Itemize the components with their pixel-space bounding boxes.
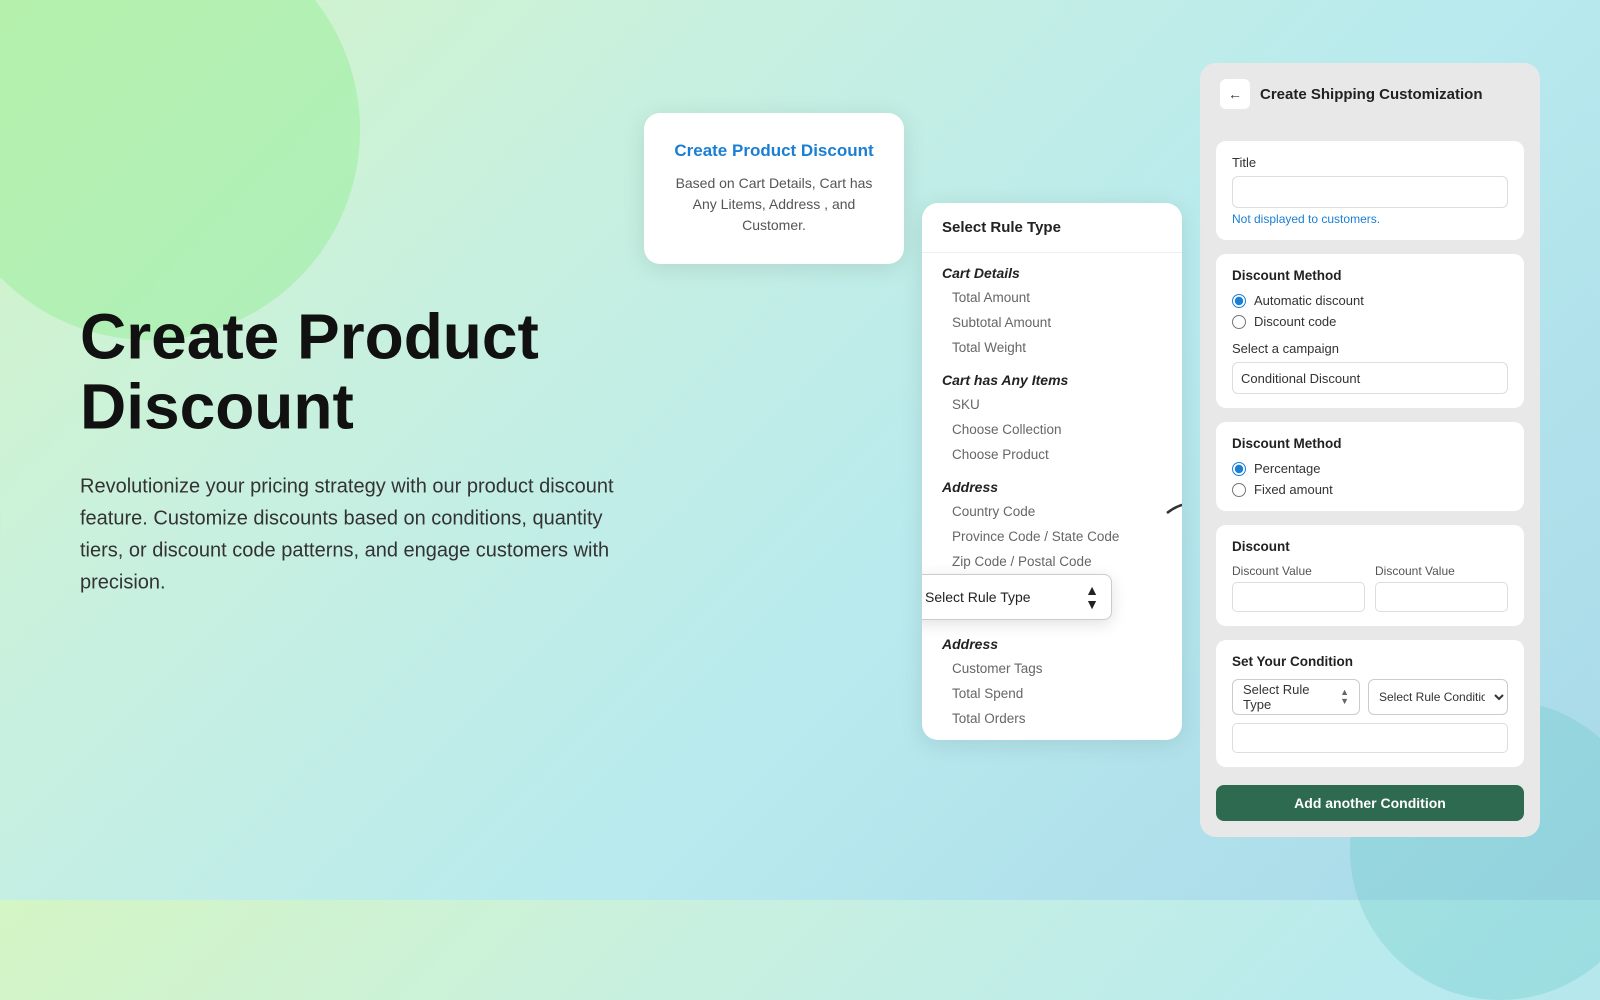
discount-section-title: Discount	[1232, 539, 1508, 554]
condition-value-input[interactable]	[1232, 723, 1508, 753]
automatic-discount-label: Automatic discount	[1254, 293, 1364, 308]
discount-value-label1: Discount Value	[1232, 564, 1365, 578]
rule-item-province-code[interactable]: Province Code / State Code	[922, 524, 1182, 549]
info-card-desc: Based on Cart Details, Cart has Any Lite…	[668, 173, 880, 236]
discount-grid: Discount Value Discount Value	[1232, 564, 1508, 612]
fixed-amount-radio[interactable]	[1232, 483, 1246, 497]
rule-item-total-orders[interactable]: Total Orders	[922, 706, 1182, 740]
automatic-discount-option[interactable]: Automatic discount	[1232, 293, 1508, 308]
rule-type-card: Select Rule Type Cart Details Total Amou…	[922, 203, 1182, 740]
rule-item-total-spend[interactable]: Total Spend	[922, 681, 1182, 706]
select-rule-type-label: Select Rule Type	[1243, 682, 1340, 712]
discount-method2-label: Discount Method	[1232, 436, 1508, 451]
back-icon: ←	[1228, 86, 1242, 102]
rule-item-choose-product[interactable]: Choose Product	[922, 442, 1182, 467]
campaign-input[interactable]	[1232, 362, 1508, 394]
percentage-label: Percentage	[1254, 461, 1321, 476]
shipping-header: ← Create Shipping Customization	[1200, 63, 1540, 125]
set-condition-title: Set Your Condition	[1232, 654, 1508, 669]
set-condition-section: Set Your Condition Select Rule Type ▲ ▼ …	[1216, 640, 1524, 767]
rule-item-subtotal-amount[interactable]: Subtotal Amount	[922, 310, 1182, 335]
title-section: Title Not displayed to customers.	[1216, 141, 1524, 240]
discount-value-col2: Discount Value	[1375, 564, 1508, 612]
discount-value-label2: Discount Value	[1375, 564, 1508, 578]
select-rule-condition-dropdown[interactable]: Select Rule Condition	[1368, 679, 1508, 715]
section-address-customer: Address	[922, 624, 1182, 656]
discount-code-option[interactable]: Discount code	[1232, 314, 1508, 329]
rule-type-header: Select Rule Type	[922, 203, 1182, 253]
select-rule-type-button[interactable]: Select Rule Type ▲ ▼	[1232, 679, 1360, 715]
discount-method-radio-group: Automatic discount Discount code	[1232, 293, 1508, 329]
campaign-label: Select a campaign	[1232, 341, 1508, 356]
rule-item-choose-collection[interactable]: Choose Collection	[922, 417, 1182, 442]
shipping-body: Title Not displayed to customers. Discou…	[1200, 125, 1540, 837]
info-card-title: Create Product Discount	[668, 141, 880, 161]
title-label: Title	[1232, 155, 1508, 170]
discount-value-input1[interactable]	[1232, 582, 1365, 612]
title-note: Not displayed to customers.	[1232, 212, 1508, 226]
discount-code-label: Discount code	[1254, 314, 1336, 329]
bg-circle-top-left	[0, 0, 360, 340]
hero-section: Create Product Discount Revolutionize yo…	[80, 302, 620, 599]
discount-code-radio[interactable]	[1232, 315, 1246, 329]
rule-type-arrows-icon: ▲ ▼	[1340, 688, 1349, 706]
condition-input-row	[1232, 723, 1508, 753]
title-input[interactable]	[1232, 176, 1508, 208]
shipping-customization-card: ← Create Shipping Customization Title No…	[1200, 63, 1540, 837]
select-arrows-icon: ▲ ▼	[1085, 583, 1099, 611]
floating-select-rule-type[interactable]: Select Rule Type ▲ ▼	[922, 574, 1112, 620]
hero-title: Create Product Discount	[80, 302, 620, 443]
rule-item-customer-tags[interactable]: Customer Tags	[922, 656, 1182, 681]
discount-method-section: Discount Method Automatic discount Disco…	[1216, 254, 1524, 408]
floating-select-label: Select Rule Type	[925, 589, 1077, 605]
fixed-amount-option[interactable]: Fixed amount	[1232, 482, 1508, 497]
product-discount-info-card: Create Product Discount Based on Cart De…	[644, 113, 904, 264]
rule-item-country-code[interactable]: Country Code	[922, 499, 1182, 524]
percentage-option[interactable]: Percentage	[1232, 461, 1508, 476]
discount-method-label: Discount Method	[1232, 268, 1508, 283]
discount-method2-section: Discount Method Percentage Fixed amount	[1216, 422, 1524, 511]
discount-section: Discount Discount Value Discount Value	[1216, 525, 1524, 626]
section-address: Address	[922, 467, 1182, 499]
discount-value-input2[interactable]	[1375, 582, 1508, 612]
section-cart-details: Cart Details	[922, 253, 1182, 285]
discount-method2-radio-group: Percentage Fixed amount	[1232, 461, 1508, 497]
shipping-header-title: Create Shipping Customization	[1260, 86, 1483, 103]
automatic-discount-radio[interactable]	[1232, 294, 1246, 308]
rule-item-total-weight[interactable]: Total Weight	[922, 335, 1182, 360]
section-cart-items: Cart has Any Items	[922, 360, 1182, 392]
condition-row: Select Rule Type ▲ ▼ Select Rule Conditi…	[1232, 679, 1508, 715]
back-button[interactable]: ←	[1220, 79, 1250, 109]
percentage-radio[interactable]	[1232, 462, 1246, 476]
rule-item-sku[interactable]: SKU	[922, 392, 1182, 417]
hero-description: Revolutionize your pricing strategy with…	[80, 470, 620, 598]
discount-value-col1: Discount Value	[1232, 564, 1365, 612]
add-condition-button[interactable]: Add another Condition	[1216, 785, 1524, 821]
rule-item-total-amount[interactable]: Total Amount	[922, 285, 1182, 310]
rule-item-zip-code[interactable]: Zip Code / Postal Code	[922, 549, 1182, 574]
fixed-amount-label: Fixed amount	[1254, 482, 1333, 497]
